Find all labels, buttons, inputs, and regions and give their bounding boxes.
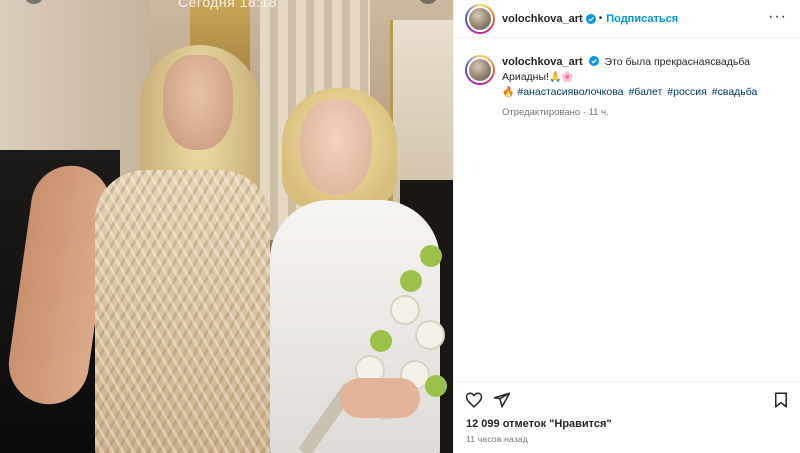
- hashtag-link[interactable]: #анастасияволочкова: [517, 86, 623, 98]
- post-info-panel: volochkova_art • Подписаться ··· volochk…: [453, 0, 800, 453]
- hashtag-link[interactable]: #балет: [628, 86, 662, 98]
- post-photo[interactable]: Сегодня 18:18: [0, 0, 453, 453]
- bouquet-flower: [415, 320, 445, 350]
- bouquet-leaf: [425, 375, 447, 397]
- bookmark-icon[interactable]: [772, 391, 790, 409]
- bouquet-flower: [390, 295, 420, 325]
- bouquet-leaf: [400, 270, 422, 292]
- like-count[interactable]: 12 099 отметок "Нравится": [466, 418, 612, 430]
- caption-username[interactable]: volochkova_art: [502, 56, 583, 68]
- send-icon[interactable]: [493, 391, 511, 409]
- heart-icon[interactable]: [465, 391, 483, 409]
- bouquet-leaf: [420, 245, 442, 267]
- photo-person-left-face: [163, 55, 233, 150]
- hashtag-list: #анастасияволочкова #балет #россия #свад…: [517, 86, 759, 98]
- post-header: volochkova_art • Подписаться ···: [454, 0, 800, 38]
- photo-status-time: Сегодня 18:18: [178, 0, 278, 10]
- post-timestamp[interactable]: 11 часов назад: [466, 434, 528, 444]
- edited-label: Отредактировано · 11 ч.: [502, 106, 609, 118]
- photo-person-right-face: [300, 100, 372, 195]
- separator-dot: •: [598, 13, 603, 24]
- photo-person-right-hand: [340, 378, 420, 418]
- hashtag-link[interactable]: #россия: [667, 86, 707, 98]
- post-caption: volochkova_art Это была прекраснаясвадьб…: [465, 55, 790, 120]
- username[interactable]: volochkova_art: [502, 13, 583, 25]
- photo-overlay-circle: [418, 0, 438, 4]
- bouquet-leaf: [370, 330, 392, 352]
- more-icon[interactable]: ···: [768, 8, 787, 26]
- caption-emoji-fire: 🔥: [502, 87, 515, 98]
- action-bar: [454, 381, 800, 415]
- avatar[interactable]: [465, 55, 495, 85]
- caption-emoji-pray-flower: 🙏🌸: [548, 71, 574, 83]
- avatar[interactable]: [465, 3, 495, 34]
- verified-badge-icon: [585, 13, 596, 24]
- verified-badge-icon: [588, 56, 599, 66]
- photo-person-left-dress: [95, 170, 270, 453]
- follow-button[interactable]: Подписаться: [606, 13, 678, 25]
- hashtag-link[interactable]: #свадьба: [712, 86, 758, 98]
